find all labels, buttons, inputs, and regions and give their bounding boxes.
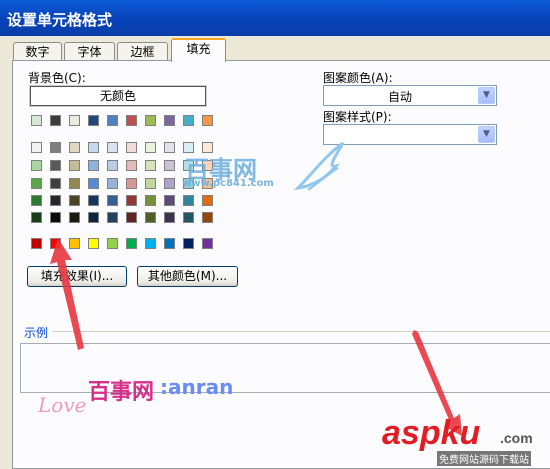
color-swatch-tint4-2[interactable]	[69, 212, 80, 223]
watermark-aspku-tld: .com	[500, 430, 533, 446]
color-swatch-theme-1[interactable]	[50, 115, 61, 126]
pattern-color-label: 图案颜色(A):	[323, 71, 393, 85]
tab-fill[interactable]: 填充	[171, 38, 226, 62]
color-swatch-tint0-2[interactable]	[69, 142, 80, 153]
color-swatch-tint4-0[interactable]	[31, 212, 42, 223]
color-swatch-standard-6[interactable]	[145, 238, 156, 249]
tab-number[interactable]: 数字	[13, 42, 62, 61]
color-swatch-tint2-7[interactable]	[164, 178, 175, 189]
chevron-down-icon[interactable]: ▼	[478, 126, 495, 143]
color-swatch-tint3-3[interactable]	[88, 195, 99, 206]
color-swatch-tint3-5[interactable]	[126, 195, 137, 206]
watermark-love-script: Love	[38, 393, 87, 417]
color-swatch-standard-7[interactable]	[164, 238, 175, 249]
tab-border[interactable]: 边框	[117, 42, 168, 61]
color-swatch-standard-3[interactable]	[88, 238, 99, 249]
background-color-label: 背景色(C):	[28, 71, 86, 85]
color-swatch-tint2-6[interactable]	[145, 178, 156, 189]
color-swatch-tint4-9[interactable]	[202, 212, 213, 223]
color-swatch-tint3-9[interactable]	[202, 195, 213, 206]
color-swatch-tint0-3[interactable]	[88, 142, 99, 153]
color-swatch-theme-9[interactable]	[202, 115, 213, 126]
color-swatch-tint1-3[interactable]	[88, 160, 99, 171]
color-swatch-tint1-2[interactable]	[69, 160, 80, 171]
color-swatch-tint0-6[interactable]	[145, 142, 156, 153]
color-swatch-tint4-8[interactable]	[183, 212, 194, 223]
pattern-style-select[interactable]: ▼	[323, 124, 497, 145]
color-swatch-standard-0[interactable]	[31, 238, 42, 249]
red-arrow-left	[50, 238, 84, 350]
color-swatch-tint2-0[interactable]	[31, 178, 42, 189]
color-swatch-tint3-2[interactable]	[69, 195, 80, 206]
color-swatch-standard-5[interactable]	[126, 238, 137, 249]
color-swatch-theme-4[interactable]	[107, 115, 118, 126]
color-swatch-tint2-4[interactable]	[107, 178, 118, 189]
color-swatch-tint0-5[interactable]	[126, 142, 137, 153]
color-swatch-theme-0[interactable]	[31, 115, 42, 126]
color-swatch-tint4-1[interactable]	[50, 212, 61, 223]
watermark-aspku-sub: 免费网站源码下载站	[437, 451, 531, 466]
color-swatch-theme-2[interactable]	[69, 115, 80, 126]
color-swatch-tint1-5[interactable]	[126, 160, 137, 171]
tab-font[interactable]: 字体	[64, 42, 115, 61]
color-swatch-theme-8[interactable]	[183, 115, 194, 126]
sample-group-label: 示例	[24, 326, 49, 340]
color-swatch-tint4-5[interactable]	[126, 212, 137, 223]
color-swatch-tint3-4[interactable]	[107, 195, 118, 206]
title-bar: 设置单元格格式	[0, 0, 550, 36]
color-swatch-tint2-3[interactable]	[88, 178, 99, 189]
color-swatch-tint1-6[interactable]	[145, 160, 156, 171]
color-swatch-tint3-7[interactable]	[164, 195, 175, 206]
color-swatch-theme-6[interactable]	[145, 115, 156, 126]
watermark-brand-bottom: 百事网	[88, 380, 155, 405]
color-swatch-tint2-1[interactable]	[50, 178, 61, 189]
watermark-anran: :anran	[160, 375, 234, 399]
color-swatch-tint0-1[interactable]	[50, 142, 61, 153]
pattern-color-select[interactable]: 自动 ▼	[323, 85, 497, 106]
no-color-button[interactable]: 无颜色	[30, 86, 206, 106]
color-swatch-tint1-1[interactable]	[50, 160, 61, 171]
wing-logo-icon	[293, 141, 345, 191]
group-divider	[52, 331, 550, 332]
color-swatch-standard-4[interactable]	[107, 238, 118, 249]
chevron-down-icon[interactable]: ▼	[478, 87, 495, 104]
more-colors-button[interactable]: 其他颜色(M)...	[137, 266, 238, 287]
pattern-color-value: 自动	[387, 90, 412, 104]
color-swatch-tint3-1[interactable]	[50, 195, 61, 206]
color-swatch-tint4-7[interactable]	[164, 212, 175, 223]
window-title: 设置单元格格式	[7, 11, 113, 29]
color-swatch-tint0-7[interactable]	[164, 142, 175, 153]
color-swatch-theme-5[interactable]	[126, 115, 137, 126]
color-swatch-tint1-4[interactable]	[107, 160, 118, 171]
watermark-url-top: www.pc841.com	[182, 178, 274, 189]
color-swatch-theme-3[interactable]	[88, 115, 99, 126]
color-swatch-tint4-4[interactable]	[107, 212, 118, 223]
color-swatch-tint2-2[interactable]	[69, 178, 80, 189]
color-swatch-tint3-8[interactable]	[183, 195, 194, 206]
color-swatch-tint4-6[interactable]	[145, 212, 156, 223]
color-swatch-tint4-3[interactable]	[88, 212, 99, 223]
color-swatch-tint0-0[interactable]	[31, 142, 42, 153]
color-swatch-tint1-7[interactable]	[164, 160, 175, 171]
color-swatch-tint2-5[interactable]	[126, 178, 137, 189]
color-swatch-standard-9[interactable]	[202, 238, 213, 249]
color-swatch-tint0-4[interactable]	[107, 142, 118, 153]
color-swatch-theme-7[interactable]	[164, 115, 175, 126]
color-swatch-tint1-0[interactable]	[31, 160, 42, 171]
color-swatch-tint3-0[interactable]	[31, 195, 42, 206]
color-swatch-standard-8[interactable]	[183, 238, 194, 249]
pattern-style-label: 图案样式(P):	[323, 110, 392, 124]
color-swatch-tint3-6[interactable]	[145, 195, 156, 206]
watermark-aspku: aspku	[382, 414, 481, 452]
